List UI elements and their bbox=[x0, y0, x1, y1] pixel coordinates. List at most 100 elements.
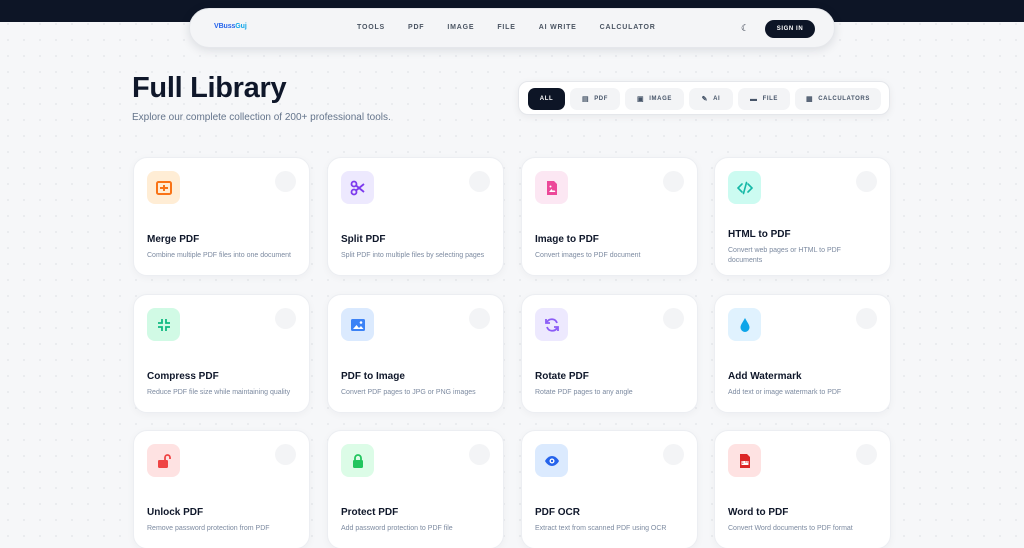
card-text: Split PDF Split PDF into multiple files … bbox=[341, 224, 490, 270]
tool-description: Reduce PDF file size while maintaining q… bbox=[147, 388, 291, 396]
tool-card-split-pdf[interactable]: Split PDF Split PDF into multiple files … bbox=[327, 157, 504, 276]
scissors-icon bbox=[341, 171, 374, 204]
filter-label: AI bbox=[713, 96, 721, 102]
tool-card-pdf-ocr[interactable]: PDF OCR Extract text from scanned PDF us… bbox=[521, 430, 698, 548]
nav-link-tools[interactable]: TOOLS bbox=[357, 24, 385, 31]
tool-description: Extract text from scanned PDF using OCR bbox=[535, 524, 667, 532]
tool-description: Convert PDF pages to JPG or PNG images bbox=[341, 388, 476, 396]
nav-link-calculator[interactable]: CALCULATOR bbox=[600, 24, 656, 31]
tool-title: Unlock PDF bbox=[147, 506, 204, 518]
favorite-toggle[interactable] bbox=[469, 444, 490, 465]
card-text: Merge PDF Combine multiple PDF files int… bbox=[147, 224, 296, 270]
tool-title: Compress PDF bbox=[147, 370, 219, 382]
tool-title: Add Watermark bbox=[728, 370, 802, 382]
tool-description: Add text or image watermark to PDF bbox=[728, 388, 842, 396]
filter-label: ALL bbox=[539, 96, 554, 102]
card-text: PDF to Image Convert PDF pages to JPG or… bbox=[341, 361, 490, 407]
favorite-toggle[interactable] bbox=[469, 308, 490, 329]
image-file-icon bbox=[535, 171, 568, 204]
logo[interactable]: VBussGuj bbox=[214, 23, 247, 30]
tool-title: Protect PDF bbox=[341, 506, 399, 518]
logo-main: VBuss bbox=[214, 23, 236, 30]
filter-all-button[interactable]: ALL bbox=[528, 88, 565, 110]
filter-pdf-button[interactable]: ▤ PDF bbox=[570, 88, 620, 110]
rotate-icon bbox=[535, 308, 568, 341]
filter-label: FILE bbox=[762, 96, 778, 102]
favorite-toggle[interactable] bbox=[275, 444, 296, 465]
tool-title: Split PDF bbox=[341, 233, 386, 245]
tool-card-html-to-pdf[interactable]: HTML to PDF Convert web pages or HTML to… bbox=[714, 157, 891, 276]
tool-title: Merge PDF bbox=[147, 233, 200, 245]
tool-title: Word to PDF bbox=[728, 506, 789, 518]
moon-icon[interactable]: ☾ bbox=[741, 23, 751, 33]
card-text: Rotate PDF Rotate PDF pages to any angle bbox=[535, 361, 684, 407]
filter-label: IMAGE bbox=[649, 96, 672, 102]
favorite-toggle[interactable] bbox=[469, 171, 490, 192]
calculator-icon: ▦ bbox=[806, 96, 814, 103]
tool-description: Convert web pages or HTML to PDF documen… bbox=[728, 246, 841, 264]
nav-link-image[interactable]: IMAGE bbox=[447, 24, 474, 31]
card-text: Compress PDF Reduce PDF file size while … bbox=[147, 361, 296, 407]
tool-title: Image to PDF bbox=[535, 233, 599, 245]
filter-image-button[interactable]: ▣ IMAGE bbox=[625, 88, 684, 110]
nav-link-pdf[interactable]: PDF bbox=[408, 24, 424, 31]
logo-accent: Guj bbox=[235, 23, 247, 30]
favorite-toggle[interactable] bbox=[663, 308, 684, 329]
tool-description: Combine multiple PDF files into one docu… bbox=[147, 251, 291, 259]
tool-description: Convert Word documents to PDF format bbox=[728, 524, 853, 532]
tool-description: Remove password protection from PDF bbox=[147, 524, 270, 532]
tool-card-compress-pdf[interactable]: Compress PDF Reduce PDF file size while … bbox=[133, 294, 310, 413]
nav-links: TOOLS PDF IMAGE FILE AI WRITE CALCULATOR bbox=[357, 24, 679, 31]
tool-card-add-watermark[interactable]: Add Watermark Add text or image watermar… bbox=[714, 294, 891, 413]
filter-ai-button[interactable]: ✎ AI bbox=[689, 88, 733, 110]
tool-title: PDF OCR bbox=[535, 506, 580, 518]
page-subtitle: Explore our complete collection of 200+ … bbox=[132, 112, 391, 123]
favorite-toggle[interactable] bbox=[856, 444, 877, 465]
favorite-toggle[interactable] bbox=[663, 171, 684, 192]
compress-icon bbox=[147, 308, 180, 341]
favorite-toggle[interactable] bbox=[275, 171, 296, 192]
tool-card-image-to-pdf[interactable]: Image to PDF Convert images to PDF docum… bbox=[521, 157, 698, 276]
picture-icon bbox=[341, 308, 374, 341]
card-text: Image to PDF Convert images to PDF docum… bbox=[535, 224, 684, 270]
filter-label: CALCULATORS bbox=[818, 96, 870, 102]
document-icon: ▤ bbox=[581, 96, 590, 103]
nav-link-file[interactable]: FILE bbox=[497, 24, 515, 31]
unlock-icon bbox=[147, 444, 180, 477]
card-text: Unlock PDF Remove password protection fr… bbox=[147, 497, 296, 543]
navbar: VBussGuj TOOLS PDF IMAGE FILE AI WRITE C… bbox=[189, 8, 835, 48]
filter-file-button[interactable]: ▬ FILE bbox=[738, 88, 790, 110]
tool-description: Rotate PDF pages to any angle bbox=[535, 388, 633, 396]
tool-card-merge-pdf[interactable]: Merge PDF Combine multiple PDF files int… bbox=[133, 157, 310, 276]
filter-label: PDF bbox=[594, 96, 609, 102]
tool-card-rotate-pdf[interactable]: Rotate PDF Rotate PDF pages to any angle bbox=[521, 294, 698, 413]
tool-title: PDF to Image bbox=[341, 370, 405, 382]
tool-description: Split PDF into multiple files by selecti… bbox=[341, 251, 485, 259]
tool-title: Rotate PDF bbox=[535, 370, 589, 382]
tool-card-word-to-pdf[interactable]: Word to PDF Convert Word documents to PD… bbox=[714, 430, 891, 548]
sign-in-button[interactable]: SIGN IN bbox=[765, 20, 815, 38]
filter-calculators-button[interactable]: ▦ CALCULATORS bbox=[795, 88, 881, 110]
lock-icon bbox=[341, 444, 374, 477]
card-text: Protect PDF Add password protection to P… bbox=[341, 497, 490, 543]
eye-icon bbox=[535, 444, 568, 477]
tool-card-unlock-pdf[interactable]: Unlock PDF Remove password protection fr… bbox=[133, 430, 310, 548]
favorite-toggle[interactable] bbox=[275, 308, 296, 329]
card-text: Add Watermark Add text or image watermar… bbox=[728, 361, 877, 407]
tool-card-pdf-to-image[interactable]: PDF to Image Convert PDF pages to JPG or… bbox=[327, 294, 504, 413]
code-icon bbox=[728, 171, 761, 204]
card-text: PDF OCR Extract text from scanned PDF us… bbox=[535, 497, 684, 543]
filter-bar: ALL ▤ PDF ▣ IMAGE ✎ AI ▬ FILE ▦ CALCULATORS bbox=[518, 81, 890, 115]
page-title: Full Library bbox=[132, 72, 287, 104]
image-icon: ▣ bbox=[637, 96, 645, 103]
pdf-file-icon bbox=[728, 444, 761, 477]
favorite-toggle[interactable] bbox=[663, 444, 684, 465]
tool-card-protect-pdf[interactable]: Protect PDF Add password protection to P… bbox=[327, 430, 504, 548]
nav-link-ai-write[interactable]: AI WRITE bbox=[539, 24, 577, 31]
merge-icon bbox=[147, 171, 180, 204]
tool-description: Add password protection to PDF file bbox=[341, 524, 453, 532]
favorite-toggle[interactable] bbox=[856, 308, 877, 329]
folder-icon: ▬ bbox=[749, 95, 758, 103]
favorite-toggle[interactable] bbox=[856, 171, 877, 192]
card-text: HTML to PDF Convert web pages or HTML to… bbox=[728, 224, 877, 270]
